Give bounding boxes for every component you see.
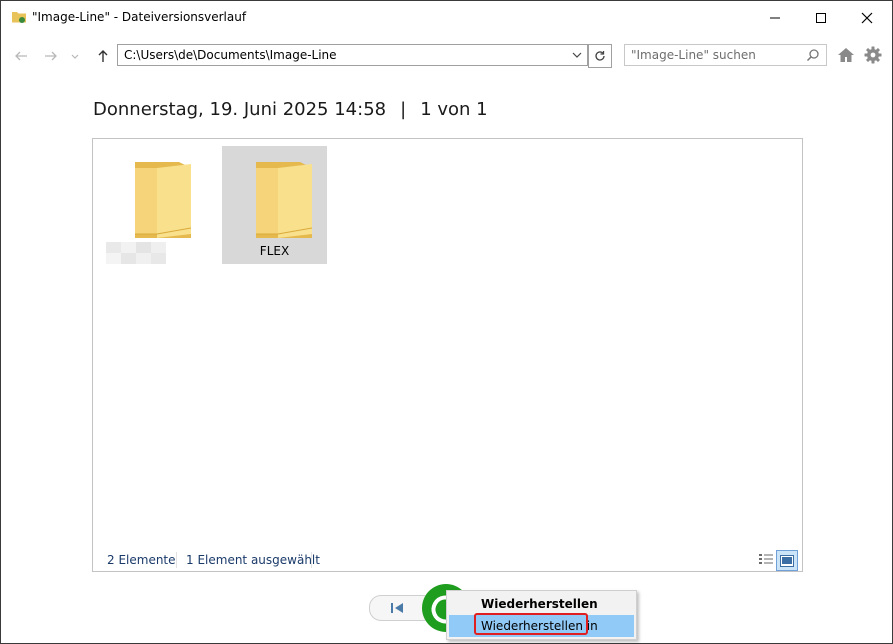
maximize-button[interactable]	[798, 1, 844, 34]
minimize-button[interactable]	[752, 1, 798, 34]
app-folder-icon	[12, 12, 26, 23]
home-icon[interactable]	[837, 46, 855, 64]
selection-count: 1 Element ausgewählt	[186, 553, 320, 567]
back-button[interactable]	[11, 46, 31, 66]
tiles-view-icon	[780, 554, 794, 567]
folder-icon	[256, 162, 312, 238]
version-heading: Donnerstag, 19. Juni 2025 14:58 | 1 von 1	[93, 99, 488, 120]
up-button[interactable]	[93, 46, 113, 66]
arrow-left-icon	[15, 51, 27, 61]
gear-icon[interactable]	[864, 46, 882, 64]
menu-item-label: Wiederherstellen	[481, 597, 598, 611]
file-view-panel: FLEX 2 Elemente 1 Element ausgewählt	[92, 138, 803, 572]
address-path: C:\Users\de\Documents\Image-Line	[124, 48, 337, 62]
status-divider	[176, 552, 177, 568]
search-icon[interactable]	[806, 48, 820, 62]
title-bar[interactable]: "Image-Line" - Dateiversionsverlauf	[1, 1, 892, 34]
version-date: Donnerstag, 19. Juni 2025 14:58	[93, 99, 387, 120]
search-input[interactable]: "Image-Line" suchen	[631, 48, 756, 62]
address-bar[interactable]: C:\Users\de\Documents\Image-Line	[117, 44, 588, 66]
navigation-bar: C:\Users\de\Documents\Image-Line "Image-…	[1, 41, 892, 71]
chevron-down-icon	[71, 54, 79, 59]
heading-separator: |	[400, 99, 407, 120]
arrow-right-icon	[45, 51, 57, 61]
version-page: 1 von 1	[420, 99, 488, 120]
forward-button[interactable]	[41, 46, 61, 66]
maximize-icon	[816, 12, 826, 23]
status-divider	[311, 552, 312, 568]
folder-icon	[135, 162, 191, 238]
file-tile[interactable]	[101, 146, 206, 264]
minimize-icon	[770, 17, 780, 18]
arrow-up-icon	[98, 50, 108, 62]
skip-previous-icon	[391, 603, 403, 613]
refresh-icon	[595, 51, 605, 61]
window-title: "Image-Line" - Dateiversionsverlauf	[32, 10, 247, 24]
blurred-label	[106, 242, 166, 264]
file-label: FLEX	[259, 244, 290, 258]
refresh-button[interactable]	[588, 44, 612, 68]
tiles-view-button[interactable]	[776, 550, 798, 571]
close-button[interactable]	[844, 1, 890, 34]
close-icon	[861, 12, 873, 23]
chevron-down-icon[interactable]	[571, 48, 583, 62]
highlight-outline	[474, 613, 588, 635]
context-menu: Wiederherstellen Wiederherstellen in	[446, 590, 637, 640]
file-tile-flex[interactable]: FLEX	[222, 146, 327, 264]
recent-locations-button[interactable]	[65, 46, 85, 66]
file-history-window: "Image-Line" - Dateiversionsverlauf C:\U…	[0, 0, 893, 644]
item-count: 2 Elemente	[107, 553, 176, 567]
menu-item-restore[interactable]: Wiederherstellen	[449, 593, 634, 615]
search-box[interactable]: "Image-Line" suchen	[624, 44, 827, 66]
details-view-icon[interactable]	[758, 552, 774, 568]
status-bar: 2 Elemente 1 Element ausgewählt	[93, 549, 802, 571]
